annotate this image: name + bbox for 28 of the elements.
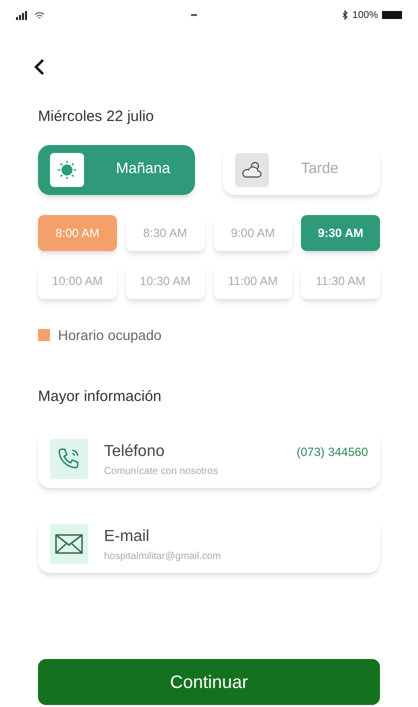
contact-title: E-mail [104,526,150,546]
time-slot[interactable]: 10:30 AM [126,262,204,298]
phone-number: (073) 344560 [296,444,368,460]
period-tab[interactable]: Mañana [38,144,195,194]
time-slot[interactable]: 11:00 AM [214,262,292,298]
time-slot[interactable]: 9:30 AM [301,214,380,250]
contact-title: Teléfono [104,442,164,462]
contact-card[interactable]: Teléfono (073) 344560 Comunícate con nosotros [38,430,380,488]
battery-icon [382,11,402,19]
info-title: Mayor información [38,386,162,406]
legend-label: Horario ocupado [58,326,162,345]
battery-percentage: 100% [352,8,378,22]
wifi-icon [34,10,45,20]
time-slot[interactable]: 8:00 AM [38,214,117,250]
envelope-icon [55,533,83,555]
contact-subtitle: hospitalmilitar@gmail.com [104,550,222,564]
sun-icon [56,158,78,180]
bluetooth-icon [342,10,348,20]
contact-card[interactable]: E-mail hospitalmilitar@gmail.com [38,515,380,573]
time-slot[interactable]: 9:00 AM [214,214,292,250]
period-tab[interactable]: Tarde [223,144,380,194]
continue-button[interactable]: Continuar [38,659,380,705]
contact-subtitle: Comunícate con nosotros [104,464,219,478]
date-title: Miércoles 22 julio [38,107,155,127]
time-slot[interactable]: 10:00 AM [38,262,117,298]
time-slot[interactable]: 8:30 AM [126,214,204,250]
time-slot[interactable]: 11:30 AM [301,262,380,298]
signal-icon [16,10,30,20]
